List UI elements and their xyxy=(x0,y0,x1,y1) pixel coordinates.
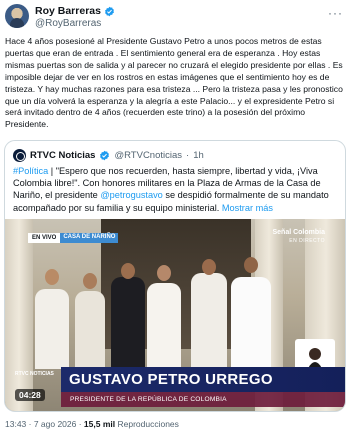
person-figure xyxy=(35,289,69,369)
person-figure xyxy=(231,277,271,369)
show-more-link[interactable]: Mostrar más xyxy=(222,203,273,213)
person-head xyxy=(202,259,216,275)
person-head xyxy=(45,269,59,285)
author-avatar[interactable] xyxy=(5,4,29,28)
video-duration: 04:28 xyxy=(15,389,45,401)
hashtag-link[interactable]: #Política xyxy=(13,166,48,176)
person-figure xyxy=(191,273,227,369)
person-head xyxy=(244,257,258,273)
person-figure xyxy=(111,277,145,369)
verified-badge-icon xyxy=(105,6,114,16)
author-name[interactable]: Roy Barreras xyxy=(35,5,101,17)
lower-third-name: GUSTAVO PETRO URREGO xyxy=(61,367,345,392)
quoted-tweet-body: #Política | "Espero que nos recuerden, h… xyxy=(13,165,339,214)
more-horizontal-icon[interactable]: ··· xyxy=(328,6,343,20)
quoted-tweet[interactable]: RTVC Noticias @RTVCnoticias · 1h #Políti… xyxy=(4,140,346,412)
channel-name: Señal Colombia xyxy=(272,229,325,236)
tweet-timestamp[interactable]: 13:43 · 7 ago 2026 · xyxy=(5,419,84,429)
quoted-tweet-time[interactable]: 1h xyxy=(193,150,204,161)
location-label: CASA DE NARIÑO xyxy=(60,233,119,243)
author-name-row[interactable]: Roy Barreras xyxy=(35,5,115,17)
verified-badge-icon xyxy=(100,150,110,160)
quoted-author-handle[interactable]: @RTVCnoticias xyxy=(114,150,182,161)
live-badge: EN VIVO CASA DE NARIÑO xyxy=(28,233,119,243)
author-handle[interactable]: @RoyBarreras xyxy=(35,18,101,29)
view-count: 15,5 mil xyxy=(83,419,116,429)
view-label: Reproducciones xyxy=(115,419,179,429)
tweet-footer: 13:43 · 7 ago 2026 · 15,5 mil Reproducci… xyxy=(5,419,179,429)
channel-logo: Señal Colombia EN DIRECTO xyxy=(272,229,325,245)
person-figure xyxy=(147,283,181,369)
video-player[interactable]: EN VIVO CASA DE NARIÑO Señal Colombia EN… xyxy=(5,219,345,411)
live-label: EN VIVO xyxy=(28,233,61,243)
person-figure xyxy=(75,291,105,369)
quoted-tweet-header: RTVC Noticias @RTVCnoticias · 1h xyxy=(13,148,204,162)
lower-third: GUSTAVO PETRO URREGO PRESIDENTE DE LA RE… xyxy=(61,367,345,407)
person-head xyxy=(83,273,97,289)
tweet-header: Roy Barreras @RoyBarreras ··· xyxy=(5,4,345,30)
quoted-author-avatar[interactable] xyxy=(13,148,26,162)
person-head xyxy=(121,263,135,279)
mention-link[interactable]: @petrogustavo xyxy=(100,190,162,200)
lower-third-title: PRESIDENTE DE LA REPÚBLICA DE COLOMBIA xyxy=(61,392,345,407)
quoted-author-name[interactable]: RTVC Noticias xyxy=(30,150,95,161)
tweet-body: Hace 4 años posesioné al Presidente Gust… xyxy=(5,36,343,130)
separator-dot: · xyxy=(186,149,190,161)
channel-status: EN DIRECTO xyxy=(289,238,325,244)
person-head xyxy=(157,265,171,281)
